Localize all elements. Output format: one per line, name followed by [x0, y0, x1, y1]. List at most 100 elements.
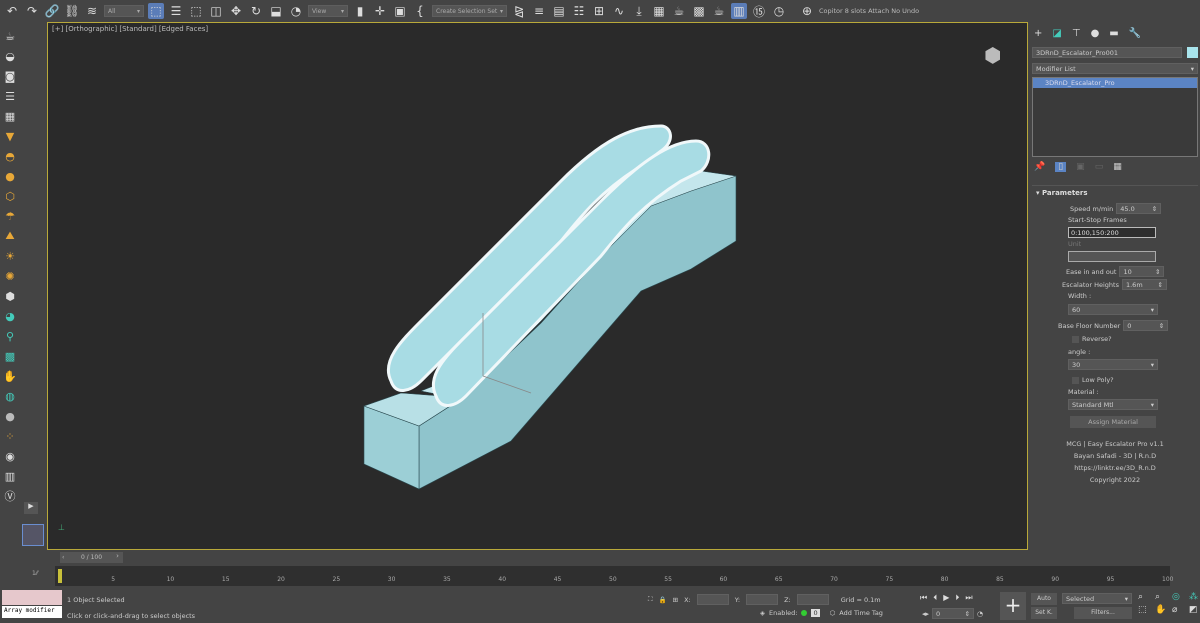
- film-icon[interactable]: ▦: [2, 108, 18, 124]
- placement-icon[interactable]: ◔: [288, 3, 304, 19]
- unlink-icon[interactable]: ⛓: [64, 3, 80, 19]
- umbrella-icon[interactable]: ☂: [2, 208, 18, 224]
- material-dropdown[interactable]: Standard Mtl ▾: [1068, 399, 1158, 410]
- orbit-icon[interactable]: ⌀: [1172, 605, 1186, 615]
- stack-item[interactable]: 3DRnD_Escalator_Pro: [1033, 78, 1197, 88]
- pan-icon[interactable]: ✋: [1155, 605, 1169, 615]
- angle-dropdown[interactable]: 30 ▾: [1068, 359, 1158, 370]
- select-object-icon[interactable]: ⬚: [148, 3, 164, 19]
- ball-icon[interactable]: ●: [2, 168, 18, 184]
- utilities-tab-icon[interactable]: 🔧: [1129, 28, 1141, 39]
- light-icon[interactable]: ▼: [2, 128, 18, 144]
- modifier-list-dropdown[interactable]: Modifier List ▾: [1032, 63, 1198, 74]
- z-coord-input[interactable]: [796, 594, 829, 605]
- y-coord-input[interactable]: [746, 594, 779, 605]
- undo-icon[interactable]: ↶: [4, 3, 20, 19]
- object-color-swatch[interactable]: [1187, 47, 1198, 58]
- curve-editor-icon[interactable]: ∿: [611, 3, 627, 19]
- pie-icon[interactable]: ◕: [2, 308, 18, 324]
- set-key-big-button[interactable]: +: [1000, 592, 1026, 620]
- escalator-model[interactable]: [48, 23, 1029, 551]
- field-of-view-icon[interactable]: ⬚: [1138, 605, 1152, 615]
- crosshair-icon[interactable]: ⊕: [799, 3, 815, 19]
- heights-spinner[interactable]: 1.6m ⇕: [1121, 279, 1167, 290]
- filters-button[interactable]: Filters...: [1074, 607, 1132, 619]
- unit-input[interactable]: [1068, 251, 1156, 262]
- hand-icon[interactable]: ✋: [2, 368, 18, 384]
- mirror-icon[interactable]: ⧎: [511, 3, 527, 19]
- base-floor-spinner[interactable]: 0 ⇕: [1123, 320, 1169, 331]
- pin-stack-icon[interactable]: 📌: [1034, 162, 1045, 172]
- selection-set-dropdown[interactable]: Create Selection Set ▾: [432, 5, 507, 17]
- time-config-icon[interactable]: ◔: [977, 610, 983, 618]
- motion-tab-icon[interactable]: ●: [1091, 28, 1100, 39]
- current-frame-spinner[interactable]: 0 ⇕: [932, 608, 975, 619]
- mini-curve-toggle[interactable]: 1⁄⁄: [32, 570, 38, 577]
- teapot-icon[interactable]: ☕: [2, 28, 18, 44]
- bind-space-warp-icon[interactable]: ≋: [84, 3, 100, 19]
- set-key-button[interactable]: Set K.: [1031, 607, 1057, 619]
- zoom-icon[interactable]: ⌕: [1138, 592, 1152, 602]
- network-icon[interactable]: ⚲: [2, 328, 18, 344]
- edit-named-selection-icon[interactable]: {: [412, 3, 428, 19]
- play-icon[interactable]: ▶: [943, 593, 949, 603]
- geosphere-icon[interactable]: ⬡: [2, 188, 18, 204]
- bars-icon[interactable]: ▥: [2, 468, 18, 484]
- maxscript-listener[interactable]: [2, 590, 62, 605]
- timer-icon[interactable]: ⑮: [751, 3, 767, 19]
- palette-icon[interactable]: ◉: [2, 448, 18, 464]
- burst-icon[interactable]: ✺: [2, 268, 18, 284]
- list-icon[interactable]: ☰: [2, 88, 18, 104]
- object-name-input[interactable]: 3DRnD_Escalator_Pro001: [1032, 47, 1182, 58]
- window-crossing-icon[interactable]: ◫: [208, 3, 224, 19]
- maxscript-output[interactable]: Array modifier: [2, 606, 62, 618]
- ribbon-icon[interactable]: ⊞: [591, 3, 607, 19]
- grey-sphere-icon[interactable]: ●: [2, 408, 18, 424]
- prev-frame-icon[interactable]: ‹: [62, 554, 64, 561]
- previous-frame-icon[interactable]: ⏴: [933, 593, 937, 603]
- isolate-icon[interactable]: ⛶: [648, 595, 653, 604]
- schematic-view-icon[interactable]: ⤓: [631, 3, 647, 19]
- globe-icon[interactable]: ◍: [2, 388, 18, 404]
- keyboard-shortcut-icon[interactable]: ▣: [392, 3, 408, 19]
- key-mode-icon[interactable]: ◂▸: [922, 610, 929, 618]
- zoom-extents-all-icon[interactable]: ⁂: [1189, 592, 1200, 602]
- configure-sets-icon[interactable]: ▦: [1113, 162, 1122, 172]
- color-dots-icon[interactable]: ⁘: [2, 428, 18, 444]
- viewport-orthographic[interactable]: [+] [Orthographic] [Standard] [Edged Fac…: [47, 22, 1028, 550]
- lock-icon[interactable]: 🔒: [659, 596, 667, 604]
- select-manipulate-icon[interactable]: ✛: [372, 3, 388, 19]
- absolute-mode-icon[interactable]: ⊞: [673, 596, 678, 604]
- render-icon[interactable]: ☕: [711, 3, 727, 19]
- enabled-indicator[interactable]: [801, 610, 808, 616]
- material-editor-icon[interactable]: ▦: [651, 3, 667, 19]
- credit-link[interactable]: https://linktr.ee/3D_R.n.D: [1032, 462, 1198, 474]
- box-icon[interactable]: ⬢: [2, 288, 18, 304]
- pivot-icon[interactable]: ▮: [352, 3, 368, 19]
- shapes-icon[interactable]: ◒: [2, 48, 18, 64]
- stopwatch-icon[interactable]: ◷: [771, 3, 787, 19]
- scene-explorer-icon[interactable]: ▤: [551, 3, 567, 19]
- sphere-icon[interactable]: ◓: [2, 148, 18, 164]
- link-icon[interactable]: 🔗: [44, 3, 60, 19]
- hierarchy-icon[interactable]: ▩: [2, 348, 18, 364]
- adaptive-degradation-icon[interactable]: ◈: [760, 609, 765, 617]
- next-frame-button[interactable]: ›: [112, 552, 123, 563]
- rendered-frame-icon[interactable]: ▩: [691, 3, 707, 19]
- remove-modifier-icon[interactable]: ▭: [1095, 162, 1104, 172]
- zoom-all-icon[interactable]: ⌕: [1155, 592, 1169, 602]
- move-icon[interactable]: ✥: [228, 3, 244, 19]
- x-coord-input[interactable]: [696, 594, 729, 605]
- selection-filter-dropdown[interactable]: All ▾: [104, 5, 144, 17]
- rotate-icon[interactable]: ↻: [248, 3, 264, 19]
- rollout-header[interactable]: ▾ Parameters: [1032, 186, 1198, 200]
- display-tab-icon[interactable]: ▬: [1109, 28, 1118, 39]
- add-time-tag[interactable]: Add Time Tag: [839, 609, 883, 617]
- viewport-layout-button[interactable]: [22, 524, 44, 546]
- ref-coord-dropdown[interactable]: View ▾: [308, 5, 348, 17]
- vray-icon[interactable]: Ⓥ: [2, 488, 18, 504]
- show-end-result-icon[interactable]: ▯: [1055, 162, 1067, 172]
- script-toolbar-text[interactable]: Copitor 8 slots Attach No Undo: [819, 7, 919, 15]
- sun-icon[interactable]: ☀: [2, 248, 18, 264]
- modify-tab-icon[interactable]: ◪: [1052, 28, 1061, 39]
